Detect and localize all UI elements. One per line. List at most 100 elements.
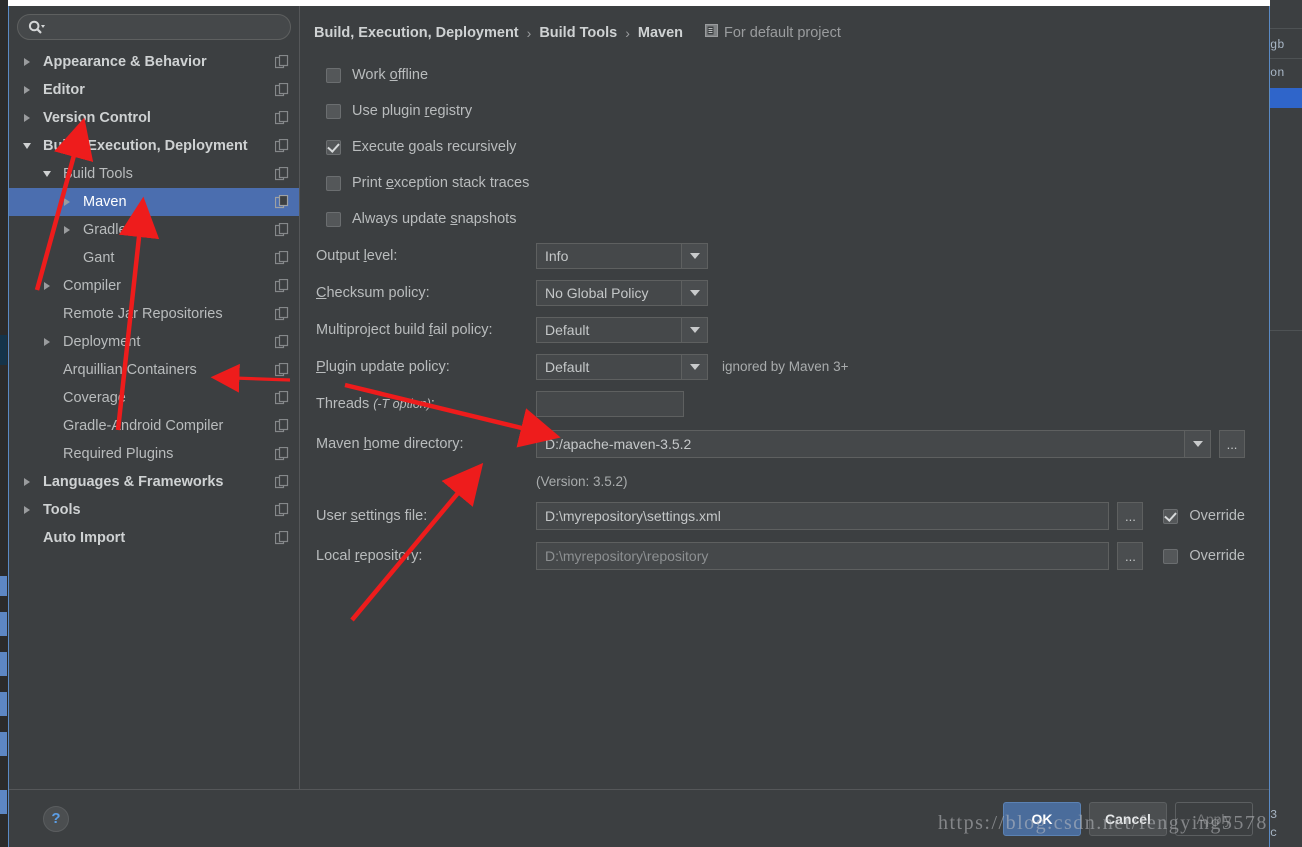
sidebar-item-tools[interactable]: Tools: [9, 496, 299, 524]
local-repository-input[interactable]: D:\myrepository\repository: [536, 542, 1109, 570]
copy-icon[interactable]: [273, 251, 291, 265]
combo-multiproject-build-fail-policy[interactable]: Default: [536, 317, 708, 343]
chevron-right-icon[interactable]: [19, 86, 35, 94]
copy-icon[interactable]: [273, 111, 291, 125]
chevron-right-icon[interactable]: [39, 282, 55, 290]
checkbox-row-execute-goals-recursively[interactable]: Execute goals recursively: [314, 129, 1245, 165]
combo-plugin-update-policy[interactable]: Default: [536, 354, 708, 380]
sidebar-item-editor[interactable]: Editor: [9, 76, 299, 104]
checkbox-row-print-exception-stack-traces[interactable]: Print exception stack traces: [314, 165, 1245, 201]
chevron-right-icon[interactable]: [39, 338, 55, 346]
local-repository-override[interactable]: Override: [1163, 548, 1245, 564]
sidebar-item-coverage[interactable]: Coverage: [9, 384, 299, 412]
chevron-right-icon[interactable]: [19, 478, 35, 486]
local-repository-browse-button[interactable]: ...: [1117, 542, 1143, 570]
local-repository-override-checkbox[interactable]: [1163, 549, 1178, 564]
search-box[interactable]: [17, 14, 291, 40]
threads-row: Threads (-T option):: [314, 385, 1245, 422]
user-settings-input[interactable]: D:\myrepository\settings.xml: [536, 502, 1109, 530]
copy-icon[interactable]: [273, 167, 291, 181]
project-scope[interactable]: For default project: [705, 24, 841, 41]
threads-input[interactable]: [536, 391, 684, 417]
user-settings-override[interactable]: Override: [1163, 508, 1245, 524]
copy-icon[interactable]: [273, 363, 291, 377]
copy-icon[interactable]: [273, 447, 291, 461]
checkbox-row-use-plugin-registry[interactable]: Use plugin registry: [314, 93, 1245, 129]
checkbox-row-always-update-snapshots[interactable]: Always update snapshots: [314, 201, 1245, 237]
chevron-down-icon[interactable]: [681, 244, 707, 268]
maven-home-label-post: ome directory:: [372, 436, 464, 452]
checkbox-print-exception-stack-traces[interactable]: [326, 176, 341, 191]
copy-icon[interactable]: [273, 279, 291, 293]
copy-icon[interactable]: [273, 55, 291, 69]
checkbox-work-offline[interactable]: [326, 68, 341, 83]
user-settings-override-checkbox[interactable]: [1163, 509, 1178, 524]
copy-icon[interactable]: [273, 531, 291, 545]
copy-icon[interactable]: [273, 391, 291, 405]
chevron-down-icon[interactable]: [681, 355, 707, 379]
user-settings-browse-button[interactable]: ...: [1117, 502, 1143, 530]
combo-output-level[interactable]: Info: [536, 243, 708, 269]
copy-icon[interactable]: [273, 307, 291, 321]
sidebar-item-gradle[interactable]: Gradle: [9, 216, 299, 244]
apply-button[interactable]: Apply: [1175, 802, 1253, 836]
sidebar-item-compiler[interactable]: Compiler: [9, 272, 299, 300]
maven-version-note: (Version: 3.5.2): [314, 466, 1245, 496]
maven-home-input[interactable]: D:/apache-maven-3.5.2: [537, 431, 1184, 457]
ok-button[interactable]: OK: [1003, 802, 1081, 836]
sidebar-item-label: Build Tools: [55, 166, 273, 182]
chevron-right-icon[interactable]: [59, 198, 75, 206]
sidebar-item-deployment[interactable]: Deployment: [9, 328, 299, 356]
sidebar-item-appearance-behavior[interactable]: Appearance & Behavior: [9, 48, 299, 76]
combo-checksum-policy[interactable]: No Global Policy: [536, 280, 708, 306]
project-scope-icon: [705, 24, 718, 41]
chevron-right-icon[interactable]: [59, 226, 75, 234]
copy-icon[interactable]: [273, 503, 291, 517]
copy-icon[interactable]: [273, 195, 291, 209]
sidebar-item-remote-jar-repositories[interactable]: Remote Jar Repositories: [9, 300, 299, 328]
sidebar-item-required-plugins[interactable]: Required Plugins: [9, 440, 299, 468]
user-settings-label-mnemonic: s: [351, 508, 358, 524]
checkbox-always-update-snapshots[interactable]: [326, 212, 341, 227]
search-input[interactable]: [50, 19, 280, 36]
label-pre: Output: [316, 248, 364, 264]
breadcrumb-part-1[interactable]: Build, Execution, Deployment: [314, 25, 519, 41]
chevron-right-icon[interactable]: [19, 114, 35, 122]
chevron-down-icon[interactable]: [39, 171, 55, 177]
chevron-right-icon[interactable]: [19, 506, 35, 514]
copy-icon[interactable]: [273, 335, 291, 349]
chevron-right-icon[interactable]: [19, 58, 35, 66]
sidebar-item-build-tools[interactable]: Build Tools: [9, 160, 299, 188]
sidebar-item-label: Compiler: [55, 278, 273, 294]
sidebar-item-auto-import[interactable]: Auto Import: [9, 524, 299, 552]
breadcrumb-part-3[interactable]: Maven: [638, 25, 683, 41]
sidebar-item-arquillian-containers[interactable]: Arquillian Containers: [9, 356, 299, 384]
maven-home-browse-button[interactable]: ...: [1219, 430, 1245, 458]
maven-home-label: Maven home directory:: [316, 436, 536, 452]
copy-icon[interactable]: [273, 419, 291, 433]
breadcrumb-part-2[interactable]: Build Tools: [539, 25, 617, 41]
chevron-down-icon[interactable]: [681, 318, 707, 342]
label-mnemonic: e: [386, 175, 394, 191]
sidebar-item-gradle-android-compiler[interactable]: Gradle-Android Compiler: [9, 412, 299, 440]
sidebar-item-build-execution-deployment[interactable]: Build, Execution, Deployment: [9, 132, 299, 160]
copy-icon[interactable]: [273, 223, 291, 237]
checkbox-row-work-offline[interactable]: Work offline: [314, 57, 1245, 93]
label-mnemonic: P: [316, 359, 326, 375]
checkbox-label-work-offline: Work offline: [352, 67, 428, 83]
copy-icon[interactable]: [273, 83, 291, 97]
maven-home-dropdown-button[interactable]: [1184, 431, 1210, 457]
copy-icon[interactable]: [273, 475, 291, 489]
cancel-button[interactable]: Cancel: [1089, 802, 1167, 836]
sidebar-item-gant[interactable]: Gant: [9, 244, 299, 272]
label-post: ail policy:: [433, 322, 493, 338]
sidebar-item-version-control[interactable]: Version Control: [9, 104, 299, 132]
chevron-down-icon[interactable]: [19, 143, 35, 149]
checkbox-execute-goals-recursively[interactable]: [326, 140, 341, 155]
sidebar-item-maven[interactable]: Maven: [9, 188, 299, 216]
sidebar-item-languages-frameworks[interactable]: Languages & Frameworks: [9, 468, 299, 496]
chevron-down-icon[interactable]: [681, 281, 707, 305]
copy-icon[interactable]: [273, 139, 291, 153]
help-button[interactable]: ?: [43, 806, 69, 832]
checkbox-use-plugin-registry[interactable]: [326, 104, 341, 119]
